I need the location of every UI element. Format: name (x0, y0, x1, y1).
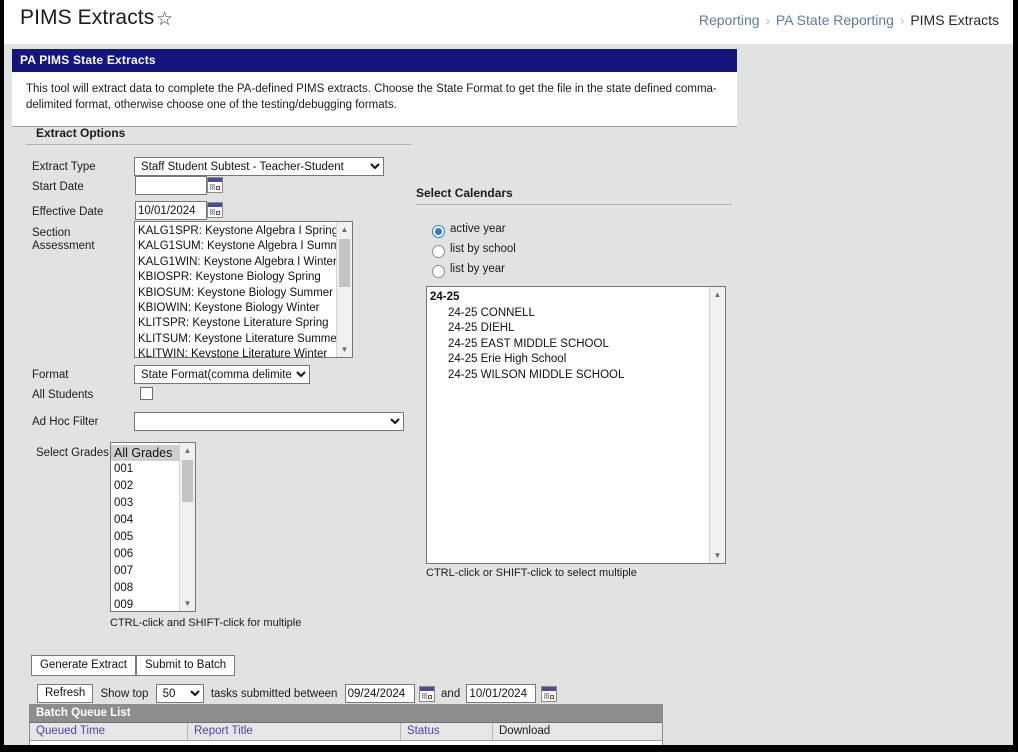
scroll-down-icon[interactable]: ▼ (337, 342, 352, 357)
tasks-between-label: tasks submitted between (210, 687, 338, 700)
extract-type-select[interactable]: Staff Student Subtest - Teacher-Student (134, 157, 384, 176)
batch-date-to-calendar-icon[interactable] (540, 685, 557, 702)
tree-child-item[interactable]: 24-25 EAST MIDDLE SCHOOL (427, 337, 725, 353)
breadcrumb-item-pa-state-reporting[interactable]: PA State Reporting (776, 12, 894, 28)
batch-controls-row: Refresh Show top 50 tasks submitted betw… (37, 684, 557, 704)
radio-label-list-by-school: list by school (450, 243, 516, 255)
effective-date-label: Effective Date (32, 206, 104, 218)
select-grades-hint: CTRL-click and SHIFT-click for multiple (110, 617, 302, 629)
start-date-input[interactable] (135, 176, 207, 195)
radio-label-list-by-year: list by year (450, 263, 505, 275)
section-assessment-listbox[interactable]: KALG1SPR: Keystone Algebra I Spring KALG… (134, 221, 353, 358)
tree-child-item[interactable]: 24-25 WILSON MIDDLE SCHOOL (427, 368, 725, 384)
radio-icon-active-year[interactable] (432, 225, 445, 238)
page-body: PA PIMS State Extracts This tool will ex… (4, 44, 1013, 745)
effective-date-input[interactable] (135, 201, 207, 220)
batch-date-from-input[interactable] (344, 684, 415, 703)
breadcrumb-item-reporting[interactable]: Reporting (699, 12, 760, 28)
select-calendars-legend: Select Calendars (416, 186, 513, 200)
batch-queue-header-row: Queued Time Report Title Status Download (30, 723, 662, 741)
app-frame: PIMS Extracts ☆ Reporting › PA State Repor… (0, 0, 1018, 752)
scroll-down-icon[interactable]: ▼ (710, 548, 725, 563)
tree-child-item[interactable]: 24-25 CONNELL (427, 306, 725, 322)
list-item[interactable]: KLITSUM: Keystone Literature Summer (135, 332, 352, 347)
chevron-right-icon: › (765, 13, 770, 28)
and-label: and (441, 687, 461, 700)
page-title: PIMS Extracts (20, 6, 155, 29)
breadcrumb-item-current: PIMS Extracts (910, 12, 999, 28)
scrollbar-thumb[interactable] (182, 460, 193, 502)
show-top-label: Show top (100, 687, 149, 700)
tree-child-item[interactable]: 24-25 Erie High School (427, 352, 725, 368)
select-grades-label: Select Grades (36, 447, 109, 459)
ad-hoc-filter-select[interactable] (134, 412, 404, 431)
all-students-label: All Students (32, 389, 94, 401)
batch-queue-table: Batch Queue List Queued Time Report Titl… (29, 704, 663, 745)
batch-date-to-input[interactable] (466, 684, 537, 703)
scrollbar-thumb[interactable] (339, 239, 350, 287)
select-calendars-divider (416, 204, 732, 205)
column-header-download: Download (499, 725, 551, 737)
scroll-up-icon[interactable]: ▲ (180, 443, 195, 458)
list-item[interactable]: KBIOWIN: Keystone Biology Winter (135, 301, 352, 316)
select-calendars-fieldset: Select Calendars (416, 186, 732, 205)
effective-date-calendar-icon[interactable] (207, 202, 223, 218)
submit-to-batch-button[interactable]: Submit to Batch (136, 655, 236, 676)
extract-type-label: Extract Type (32, 161, 96, 173)
star-outline-icon[interactable]: ☆ (156, 10, 173, 30)
format-label: Format (32, 369, 69, 381)
scroll-up-icon[interactable]: ▲ (337, 222, 352, 237)
top-bar: PIMS Extracts ☆ Reporting › PA State Repor… (4, 0, 1013, 44)
show-top-select[interactable]: 50 (155, 684, 204, 703)
list-item[interactable]: KBIOSPR: Keystone Biology Spring (135, 270, 352, 285)
section-assessment-scrollbar[interactable]: ▲ ▼ (336, 222, 352, 357)
calendar-tree-listbox[interactable]: 24-25 24-25 CONNELL 24-25 DIEHL 24-25 EA… (426, 286, 726, 564)
chevron-right-icon-2: › (899, 13, 905, 28)
format-select[interactable]: State Format(comma delimited) (134, 365, 310, 384)
list-item[interactable]: KBIOSUM: Keystone Biology Summer (135, 286, 352, 301)
batch-queue-body (30, 741, 662, 745)
refresh-button[interactable]: Refresh (37, 684, 94, 703)
section-assessment-label-line2: Assessment (32, 240, 95, 252)
extract-options-divider (26, 144, 411, 145)
column-header-status[interactable]: Status (401, 723, 493, 740)
tree-root-item[interactable]: 24-25 (427, 290, 725, 306)
select-grades-scrollbar[interactable]: ▲ ▼ (179, 443, 195, 611)
batch-queue-title: Batch Queue List (30, 705, 662, 723)
list-item[interactable]: KALG1WIN: Keystone Algebra I Winter (135, 255, 352, 270)
breadcrumb: Reporting › PA State Reporting › PIMS Extrac… (699, 12, 999, 28)
start-date-label: Start Date (32, 181, 84, 193)
radio-label-active-year: active year (450, 223, 506, 235)
tool-panel-title: PA PIMS State Extracts (12, 49, 737, 72)
start-date-calendar-icon[interactable] (207, 177, 223, 193)
tree-child-item[interactable]: 24-25 DIEHL (427, 321, 725, 337)
scroll-up-icon[interactable]: ▲ (710, 287, 725, 302)
extract-options-fieldset: Extract Options (26, 126, 411, 145)
scroll-down-icon[interactable]: ▼ (180, 596, 195, 611)
batch-date-from-calendar-icon[interactable] (418, 685, 435, 702)
list-item[interactable]: KALG1SPR: Keystone Algebra I Spring (135, 224, 352, 239)
radio-icon-list-by-year[interactable] (432, 265, 445, 278)
select-calendars-hint: CTRL-click or SHIFT-click to select mult… (426, 567, 637, 579)
ad-hoc-filter-label: Ad Hoc Filter (32, 416, 99, 428)
tool-description-panel: PA PIMS State Extracts This tool will ex… (12, 49, 737, 127)
section-assessment-label-line1: Section (32, 227, 71, 239)
all-students-checkbox[interactable] (140, 387, 153, 400)
list-item[interactable]: KLITSPR: Keystone Literature Spring (135, 316, 352, 331)
list-item[interactable]: KALG1SUM: Keystone Algebra I Summer (135, 239, 352, 254)
extract-options-legend: Extract Options (36, 126, 126, 140)
tool-panel-description: This tool will extract data to complete … (26, 83, 717, 112)
column-header-report-title[interactable]: Report Title (188, 723, 401, 740)
calendar-tree-scrollbar[interactable]: ▲ ▼ (709, 287, 725, 563)
select-grades-listbox[interactable]: All Grades 001 002 003 004 005 006 007 0… (110, 442, 196, 612)
list-item[interactable]: KLITWIN: Keystone Literature Winter (135, 347, 352, 357)
generate-extract-button[interactable]: Generate Extract (31, 655, 136, 676)
column-header-queued-time[interactable]: Queued Time (30, 723, 188, 740)
radio-icon-list-by-school[interactable] (432, 245, 445, 258)
